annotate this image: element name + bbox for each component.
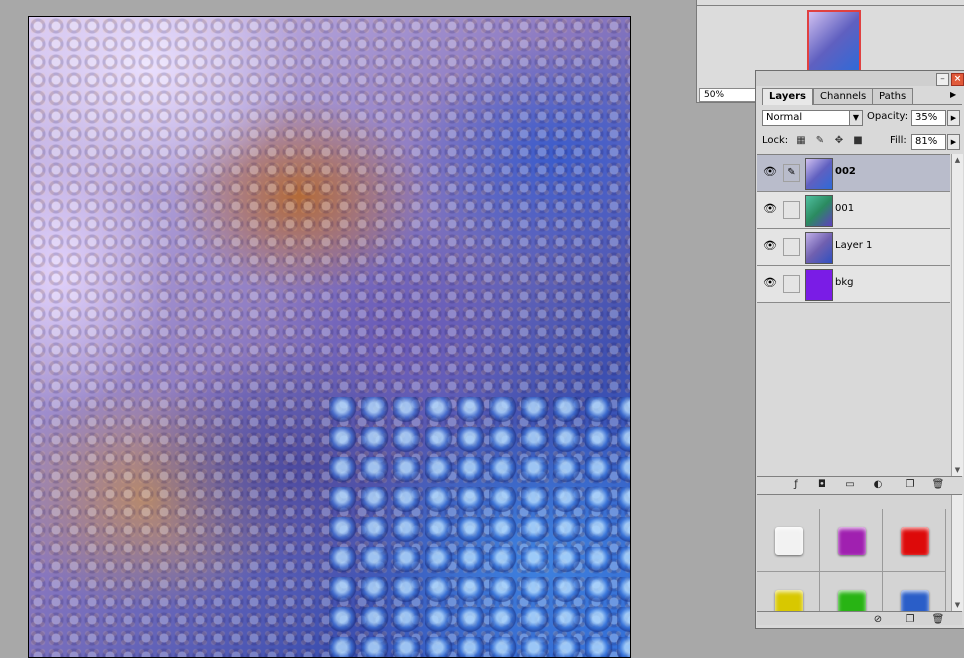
navigator-thumbnail[interactable] [807, 10, 861, 74]
tab-channels[interactable]: Channels [813, 88, 874, 104]
fill-label: Fill: [890, 135, 907, 146]
opacity-slider-arrow[interactable]: ▶ [947, 110, 960, 126]
style-swatch-icon [775, 527, 803, 555]
layer-row-layer-1[interactable]: 👁 Layer 1 [757, 229, 950, 266]
canvas-bubbles [329, 397, 630, 657]
layer-name: 001 [835, 203, 855, 214]
style-swatch-icon [775, 590, 803, 611]
panel-tabs: Layers Channels Paths [762, 88, 962, 105]
style-swatch-blue[interactable] [883, 572, 946, 612]
layer-name: Layer 1 [835, 240, 873, 251]
style-swatch-icon [838, 527, 866, 555]
opacity-label: Opacity: [867, 111, 909, 122]
style-swatch-purple[interactable] [820, 509, 883, 572]
layer-row-002[interactable]: 👁 ✎ 002 [757, 155, 950, 192]
brush-icon[interactable]: ✎ [783, 164, 800, 182]
scroll-down-icon[interactable]: ▼ [952, 599, 963, 611]
eye-icon[interactable]: 👁 [763, 165, 777, 179]
layer-thumbnail [805, 158, 833, 190]
fill-input[interactable]: 81% [911, 134, 946, 150]
panel-menu-button[interactable]: ▶ [950, 90, 961, 101]
layer-list-scrollbar[interactable]: ▲ ▼ [951, 154, 963, 476]
navigator-zoom-field[interactable]: 50% [699, 88, 757, 102]
style-swatch-red[interactable] [883, 509, 946, 572]
new-style-icon[interactable]: ❐ [903, 613, 917, 626]
layers-panel: – × Layers Channels Paths ▶ Normal ▼ Opa… [755, 70, 964, 629]
link-box[interactable] [783, 275, 800, 293]
trash-icon[interactable]: 🗑 [931, 613, 945, 626]
navigator-tab-strip [697, 0, 964, 6]
style-swatch-green[interactable] [820, 572, 883, 612]
layer-thumbnail [805, 269, 833, 301]
eye-icon[interactable]: 👁 [763, 202, 777, 216]
panel-titlebar[interactable]: – × [756, 71, 964, 86]
layer-name: 002 [835, 166, 856, 177]
layer-actions-bar: ƒ ◘ ▭ ◐ ❐ 🗑 [757, 476, 962, 493]
layer-row-001[interactable]: 👁 001 [757, 192, 950, 229]
fill-slider-arrow[interactable]: ▶ [947, 134, 960, 150]
style-swatch-icon [901, 527, 929, 555]
styles-scrollbar[interactable]: ▼ [951, 495, 963, 611]
tab-layers[interactable]: Layers [762, 88, 813, 105]
new-layer-icon[interactable]: ❐ [903, 478, 917, 491]
trash-icon[interactable]: 🗑 [931, 478, 945, 491]
tab-paths[interactable]: Paths [872, 88, 914, 104]
styles-actions-bar: ⊘ ❐ 🗑 [757, 611, 962, 626]
lock-label: Lock: [762, 135, 789, 146]
styles-panel: ▼ ⊘ ❐ 🗑 [757, 494, 963, 626]
opacity-input[interactable]: 35% [911, 110, 946, 126]
mask-icon[interactable]: ◘ [815, 478, 829, 491]
style-swatch-icon [838, 590, 866, 611]
scroll-down-icon[interactable]: ▼ [952, 464, 963, 476]
document-canvas[interactable] [28, 16, 631, 658]
fx-icon[interactable]: ƒ [789, 478, 803, 491]
scroll-up-icon[interactable]: ▲ [952, 154, 963, 166]
lock-position-icon[interactable]: ✥ [833, 134, 845, 147]
style-swatch-white[interactable] [757, 509, 820, 572]
folder-icon[interactable]: ▭ [843, 478, 857, 491]
close-button[interactable]: × [951, 73, 964, 86]
lock-pixels-icon[interactable]: ✎ [814, 134, 826, 147]
eye-icon[interactable]: 👁 [763, 239, 777, 253]
chevron-down-icon[interactable]: ▼ [849, 111, 862, 125]
minimize-button[interactable]: – [936, 73, 949, 86]
link-box[interactable] [783, 238, 800, 256]
eye-icon[interactable]: 👁 [763, 276, 777, 290]
blend-mode-select[interactable]: Normal ▼ [762, 110, 863, 126]
layer-name: bkg [835, 277, 854, 288]
clear-style-icon[interactable]: ⊘ [871, 613, 885, 626]
style-swatch-icon [901, 590, 929, 611]
adjustment-icon[interactable]: ◐ [871, 478, 885, 491]
layer-thumbnail [805, 232, 833, 264]
lock-transparency-icon[interactable]: ▦ [795, 134, 807, 147]
lock-all-icon[interactable]: ■ [852, 134, 864, 147]
style-swatch-yellow[interactable] [757, 572, 820, 612]
layer-row-bkg[interactable]: 👁 bkg [757, 266, 950, 303]
blend-mode-value: Normal [766, 112, 803, 123]
layer-thumbnail [805, 195, 833, 227]
layer-list: 👁 ✎ 002 👁 001 👁 Layer 1 👁 bkg [757, 154, 950, 477]
link-box[interactable] [783, 201, 800, 219]
